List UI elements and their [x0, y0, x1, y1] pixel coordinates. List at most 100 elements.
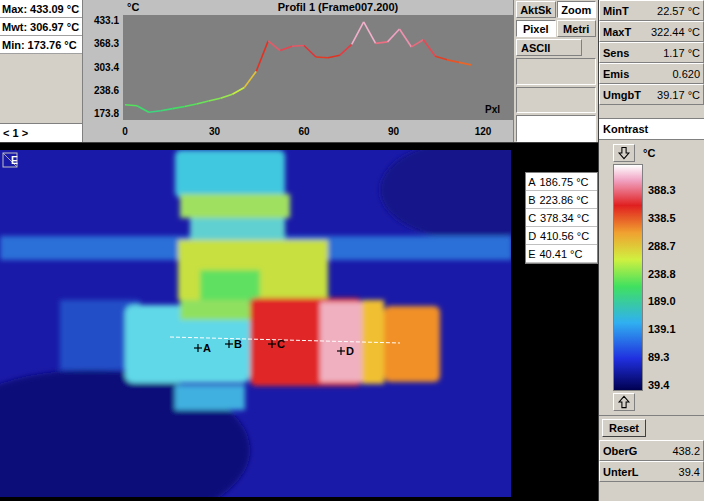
plot-area [123, 15, 513, 120]
readout-panel: Max:433.09 °CMwt:306.97 °CMin:173.76 °C <… [0, 0, 83, 142]
marker-label: C [277, 338, 285, 350]
profile-line-segment [149, 111, 161, 112]
arrow-down-icon [617, 146, 631, 160]
scale-unit: °C [643, 147, 655, 159]
thermal-image: A B C D E [0, 150, 511, 497]
scale-tick-label: 189.0 [648, 295, 676, 307]
reset-row: Reset [599, 416, 704, 440]
profile-line-segment [340, 44, 352, 55]
arrow-up-icon [617, 395, 631, 409]
top-row: Max:433.09 °CMwt:306.97 °CMin:173.76 °C <… [0, 0, 598, 143]
x-tick-label: 0 [122, 126, 128, 137]
x-tick-label: 90 [388, 126, 400, 137]
contrast-title: Kontrast [599, 118, 704, 140]
scale-header: °C [613, 144, 704, 162]
side-panel: MinT22.57 °CMaxT322.44 °CSens1.17 °CEmis… [598, 0, 704, 501]
y-tick-label: 433.1 [94, 15, 119, 26]
stat-row: MinT22.57 °C [599, 0, 704, 21]
readout-row: Min:173.76 °C [0, 36, 82, 54]
scale-up-button[interactable] [613, 393, 635, 411]
point-marker[interactable]: B [225, 338, 242, 350]
profile-line-segment [435, 56, 447, 60]
measurement-row: B223.86 °C [526, 191, 597, 209]
y-tick-label: 173.8 [94, 108, 119, 119]
scale-tick-label: 39.4 [648, 379, 676, 391]
profile-line-segment [388, 29, 400, 42]
readout-spacer [0, 54, 82, 123]
profile-line-segment [244, 71, 256, 87]
profile-chart: Profil 1 (Frame007.200)°C433.1368.3303.4… [83, 0, 513, 142]
profile-line-segment [304, 46, 316, 57]
readout-row: Max:433.09 °C [0, 0, 82, 18]
chart-title: Profil 1 (Frame007.200) [278, 1, 399, 13]
profile-series [125, 22, 471, 112]
y-tick-label: 238.6 [94, 85, 119, 96]
profile-line-segment [364, 22, 376, 44]
measurement-row: A186.75 °C [526, 173, 597, 191]
empty-slot [516, 87, 596, 114]
toggle-grid: AktSkZoomPixelMetri [516, 1, 596, 37]
scale-tick-label: 338.5 [648, 212, 676, 224]
measurement-list: A186.75 °CB223.86 °CC378.34 °CD410.56 °C… [525, 172, 598, 264]
profile-line-segment [376, 42, 388, 43]
profile-line-segment [173, 106, 185, 108]
scale-tick-label: 89.3 [648, 351, 676, 363]
point-marker[interactable]: C [268, 338, 285, 350]
frame-nav[interactable]: < 1 > [0, 123, 82, 142]
empty-slot [516, 58, 596, 85]
area-marker[interactable]: E [3, 153, 18, 167]
readout-row: Mwt:306.97 °C [0, 18, 82, 36]
chart-unit: °C [127, 1, 139, 13]
measurement-row: C378.34 °C [526, 209, 597, 227]
marker-label: D [346, 345, 354, 357]
main-column: Max:433.09 °CMwt:306.97 °CMin:173.76 °C <… [0, 0, 598, 501]
profile-line-segment [459, 62, 471, 65]
marker-label: B [234, 338, 242, 350]
measurement-row: E40.41 °C [526, 245, 597, 263]
x-tick-label: 30 [209, 126, 221, 137]
chart-panel: Profil 1 (Frame007.200)°C433.1368.3303.4… [83, 0, 513, 142]
profile-line-segment [328, 55, 340, 58]
point-marker[interactable]: A [194, 342, 211, 354]
profile-line-segment [411, 40, 423, 47]
profile-line-segment [137, 106, 149, 112]
limit-row: UnterL39.4 [599, 461, 704, 482]
tool-toggle-button[interactable]: Metri [557, 20, 597, 37]
point-marker[interactable]: D [337, 345, 354, 357]
profile-line-segment [125, 105, 137, 106]
profile-line-segment [268, 41, 280, 51]
profile-line-segment [232, 87, 244, 94]
scale-tick-label: 139.1 [648, 323, 676, 335]
tool-panel: AktSkZoomPixelMetri ASCII [513, 0, 598, 142]
stat-row: Sens1.17 °C [599, 42, 704, 63]
stat-row: Emis0.620 [599, 63, 704, 84]
profile-line-segment [197, 101, 209, 104]
image-area: A B C D E A186.75 °CB223.86 °CC378.34 °CD410.… [0, 143, 598, 501]
limit-row: OberG438.2 [599, 440, 704, 461]
contrast-scale: °C388.3338.5288.7238.8189.0139.189.339.4 [599, 140, 704, 416]
reset-button[interactable]: Reset [602, 419, 646, 437]
profile-line-segment [209, 98, 221, 101]
profile-line-segment [185, 104, 197, 107]
marker-label: A [203, 342, 211, 354]
profile-line-segment [447, 60, 459, 63]
profile-line-segment [316, 56, 328, 58]
y-tick-label: 368.3 [94, 38, 119, 49]
scale-body: 388.3338.5288.7238.8189.0139.189.339.4 [613, 162, 704, 393]
profile-line-segment [423, 40, 435, 56]
scale-down-button[interactable] [613, 144, 635, 162]
profile-line-segment [220, 94, 232, 98]
empty-slot [516, 115, 596, 142]
profile-line-segment [280, 46, 292, 50]
scale-tick-label: 238.8 [648, 268, 676, 280]
measurement-row: D410.56 °C [526, 227, 597, 245]
marker-label: E [11, 155, 18, 166]
tool-command-button[interactable]: ASCII [516, 39, 582, 56]
tool-toggle-button[interactable]: Zoom [557, 1, 597, 18]
tool-toggle-button[interactable]: AktSk [516, 1, 556, 18]
profile-line-segment [292, 45, 304, 47]
stat-row: MaxT322.44 °C [599, 21, 704, 42]
tool-toggle-button[interactable]: Pixel [516, 20, 556, 37]
scale-labels: 388.3338.5288.7238.8189.0139.189.339.4 [648, 164, 676, 391]
x-tick-label: 60 [298, 126, 310, 137]
